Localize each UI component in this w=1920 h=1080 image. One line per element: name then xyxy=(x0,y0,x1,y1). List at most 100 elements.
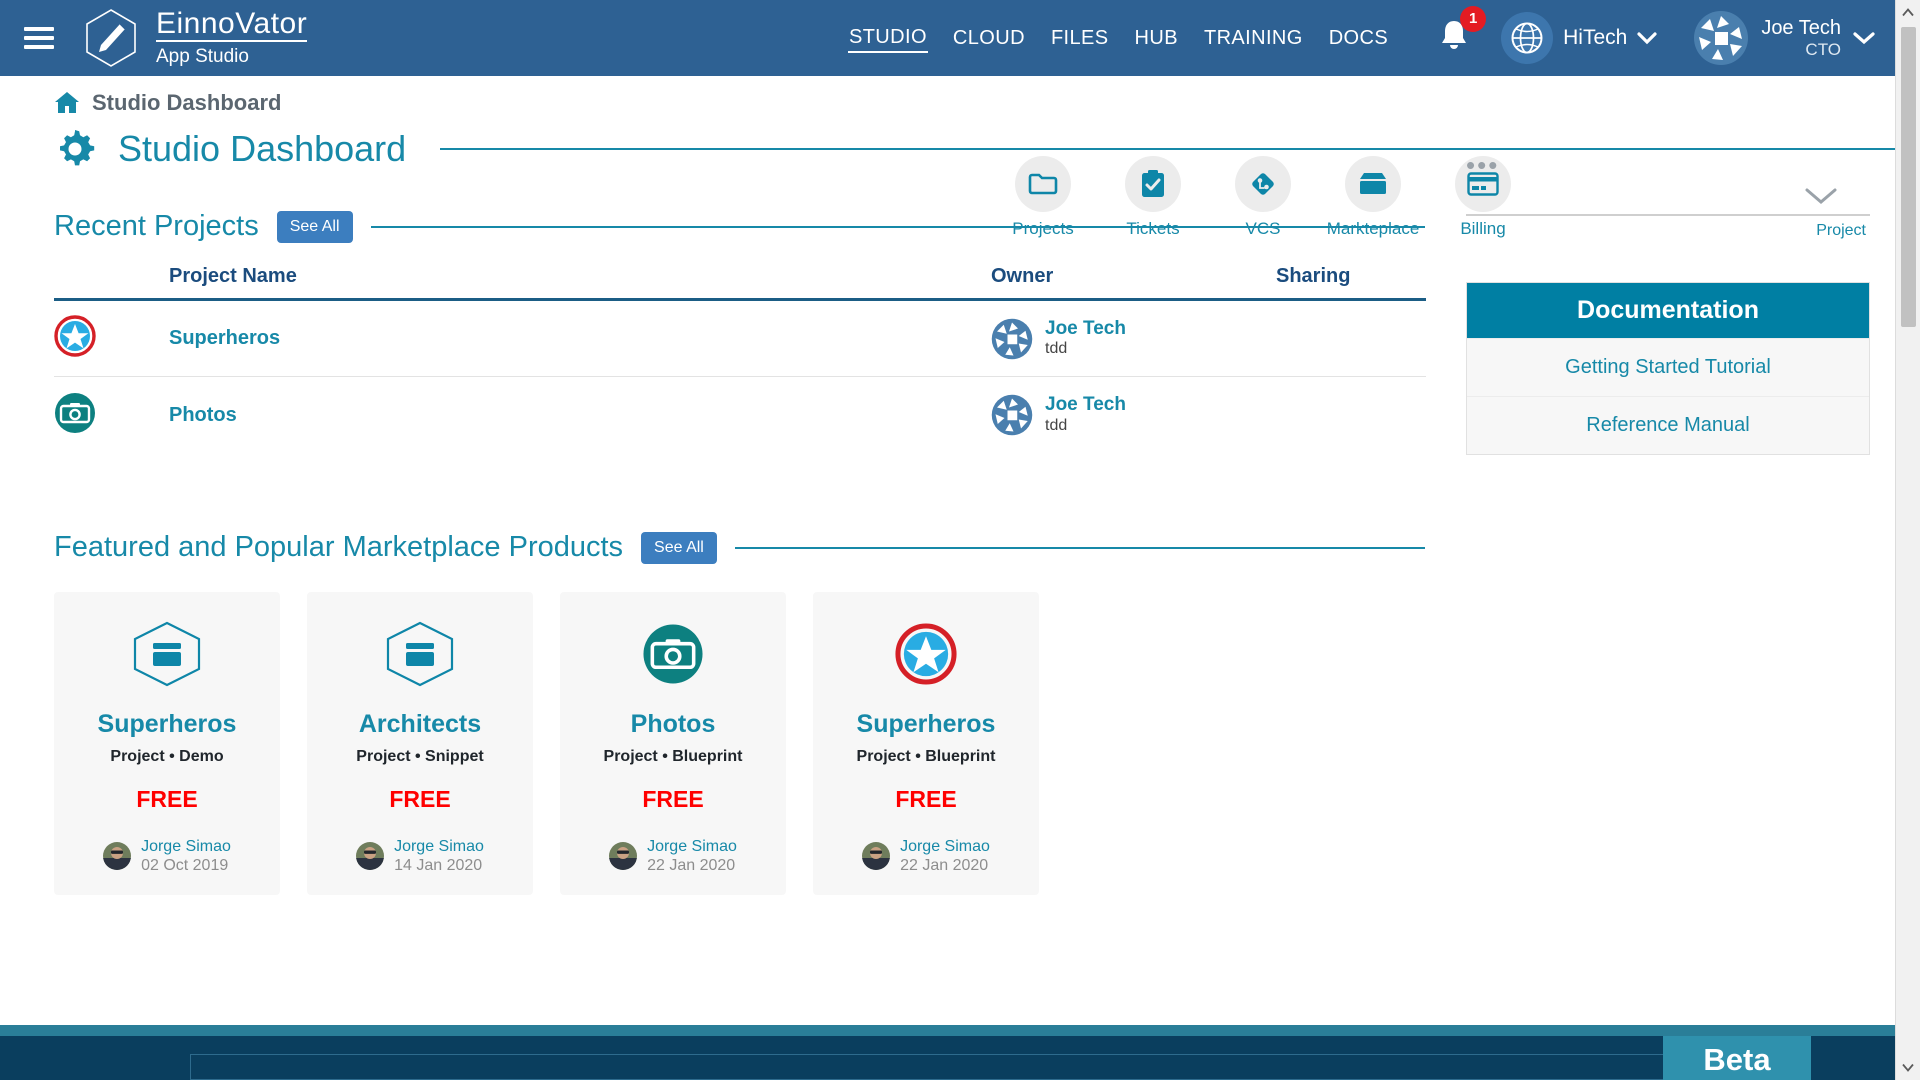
scrollbar-thumb[interactable] xyxy=(1900,27,1916,327)
brand-block[interactable]: EinnoVator App Studio xyxy=(156,8,308,69)
card-kind: Project • Blueprint xyxy=(603,748,743,765)
box-icon xyxy=(1345,156,1401,212)
nav-item-docs[interactable]: DOCS xyxy=(1328,25,1389,52)
documentation-item-getting-started[interactable]: Getting Started Tutorial xyxy=(1467,338,1869,397)
page-scrollbar[interactable] xyxy=(1895,0,1920,1080)
organization-selector[interactable]: HiTech xyxy=(1501,12,1657,64)
author-date: 22 Jan 2020 xyxy=(647,857,736,875)
toolbar-item-tickets[interactable]: Tickets xyxy=(1110,156,1196,239)
top-navigation-bar: EinnoVator App Studio STUDIO CLOUD FILES… xyxy=(0,0,1895,76)
rail-project-label[interactable]: Project xyxy=(1458,222,1878,240)
recent-projects-table: Project Name Owner Sharing Superheros Jo… xyxy=(54,265,1426,453)
hamburger-menu-icon[interactable] xyxy=(24,27,54,49)
author-name[interactable]: Jorge Simao xyxy=(900,837,990,856)
chevron-down-icon xyxy=(1902,1063,1914,1072)
documentation-panel-title: Documentation xyxy=(1467,283,1869,339)
hexagon-package-icon xyxy=(131,618,203,690)
table-row[interactable]: Superheros Joe Tech tdd xyxy=(54,301,1426,377)
author-name[interactable]: Jorge Simao xyxy=(394,837,484,856)
author-date: 22 Jan 2020 xyxy=(900,857,989,875)
nav-item-hub[interactable]: HUB xyxy=(1134,25,1179,52)
nav-item-studio[interactable]: STUDIO xyxy=(847,24,928,53)
scroll-up-arrow[interactable] xyxy=(1896,0,1920,25)
toolbar-label-projects: Projects xyxy=(1012,219,1074,238)
rail-collapse-toggle[interactable] xyxy=(1458,186,1878,206)
owner-handle: tdd xyxy=(1045,340,1068,358)
avatar xyxy=(991,318,1033,359)
card-kind: Project • Blueprint xyxy=(856,748,996,765)
card-author[interactable]: Jorge Simao 22 Jan 2020 xyxy=(609,837,737,875)
card-kind: Project • Demo xyxy=(110,748,224,765)
toolbar-item-marketplace[interactable]: Markteplace xyxy=(1327,156,1419,239)
author-name[interactable]: Jorge Simao xyxy=(647,837,737,856)
nav-item-files[interactable]: FILES xyxy=(1050,25,1110,52)
beta-badge[interactable]: Beta xyxy=(1663,1036,1811,1080)
project-name-link[interactable]: Superheros xyxy=(169,327,991,350)
main-content: Studio Dashboard Studio Dashboard Projec… xyxy=(0,76,1895,1080)
card-author[interactable]: Jorge Simao 02 Oct 2019 xyxy=(103,837,231,875)
notification-count-badge: 1 xyxy=(1460,5,1487,32)
card-kind: Project • Snippet xyxy=(356,748,484,765)
rail-more-options-icon[interactable]: ••• xyxy=(1458,152,1878,178)
section-divider xyxy=(734,546,1425,549)
home-icon[interactable] xyxy=(54,91,80,115)
globe-icon xyxy=(1501,12,1554,64)
card-price: FREE xyxy=(389,786,451,812)
column-project-name: Project Name xyxy=(169,265,297,287)
author-avatar xyxy=(609,842,638,871)
project-owner-cell: Joe Tech tdd xyxy=(991,394,1276,436)
nav-item-training[interactable]: TRAINING xyxy=(1203,25,1304,52)
user-menu[interactable]: Joe Tech CTO xyxy=(1693,10,1875,66)
card-title: Architects xyxy=(358,710,482,738)
app-logo-icon[interactable] xyxy=(80,7,142,69)
brand-name: EinnoVator xyxy=(156,8,308,43)
organization-name: HiTech xyxy=(1563,26,1628,49)
column-sharing: Sharing xyxy=(1276,265,1351,287)
marketplace-card[interactable]: Superheros Project • Blueprint FREE Jorg… xyxy=(813,592,1039,896)
project-name-link[interactable]: Photos xyxy=(169,404,991,427)
marketplace-card-list: Superheros Project • Demo FREE Jorge Sim… xyxy=(0,592,1895,896)
card-price: FREE xyxy=(895,786,957,812)
notifications-button[interactable]: 1 xyxy=(1437,5,1487,59)
breadcrumb-label[interactable]: Studio Dashboard xyxy=(92,90,281,116)
git-branch-icon xyxy=(1235,156,1291,212)
nav-item-cloud[interactable]: CLOUD xyxy=(952,25,1026,52)
documentation-item-reference-manual[interactable]: Reference Manual xyxy=(1467,396,1869,455)
brand-subtitle: App Studio xyxy=(156,46,249,68)
clipboard-check-icon xyxy=(1125,156,1181,212)
project-icon-cell xyxy=(54,315,169,362)
author-avatar xyxy=(862,842,891,871)
hamburger-line xyxy=(24,45,54,49)
chevron-down-icon xyxy=(1853,32,1875,45)
card-title: Superheros xyxy=(856,710,996,738)
card-title: Superheros xyxy=(97,710,237,738)
page-title: Studio Dashboard xyxy=(118,128,407,169)
table-row[interactable]: Photos Joe Tech tdd xyxy=(54,377,1426,453)
main-nav-links: STUDIO CLOUD FILES HUB TRAINING DOCS xyxy=(847,24,1395,53)
toolbar-item-vcs[interactable]: VCS xyxy=(1220,156,1306,239)
camera-icon xyxy=(642,618,704,690)
owner-name-link[interactable]: Joe Tech xyxy=(1045,318,1126,340)
toolbar-item-projects[interactable]: Projects xyxy=(1000,156,1086,239)
shield-star-icon xyxy=(54,315,96,357)
avatar xyxy=(991,394,1033,436)
marketplace-see-all-button[interactable]: See All xyxy=(641,531,717,564)
user-name: Joe Tech xyxy=(1761,17,1841,40)
chevron-up-icon xyxy=(1902,8,1914,17)
author-name[interactable]: Jorge Simao xyxy=(141,837,231,856)
recent-projects-see-all-button[interactable]: See All xyxy=(276,210,353,243)
table-header-row: Project Name Owner Sharing xyxy=(54,265,1426,301)
marketplace-card[interactable]: Architects Project • Snippet FREE Jorge … xyxy=(307,592,533,896)
card-price: FREE xyxy=(136,786,198,812)
card-author[interactable]: Jorge Simao 22 Jan 2020 xyxy=(862,837,990,875)
scroll-down-arrow[interactable] xyxy=(1896,1055,1920,1080)
marketplace-card[interactable]: Superheros Project • Demo FREE Jorge Sim… xyxy=(54,592,280,896)
owner-name-link[interactable]: Joe Tech xyxy=(1045,394,1126,416)
author-date: 02 Oct 2019 xyxy=(141,857,229,875)
card-author[interactable]: Jorge Simao 14 Jan 2020 xyxy=(356,837,484,875)
toolbar-label-marketplace: Markteplace xyxy=(1326,219,1420,238)
footer-input-field[interactable] xyxy=(190,1054,1710,1080)
hamburger-line xyxy=(24,36,54,40)
owner-handle: tdd xyxy=(1045,416,1068,434)
marketplace-card[interactable]: Photos Project • Blueprint FREE Jorge Si… xyxy=(560,592,786,896)
